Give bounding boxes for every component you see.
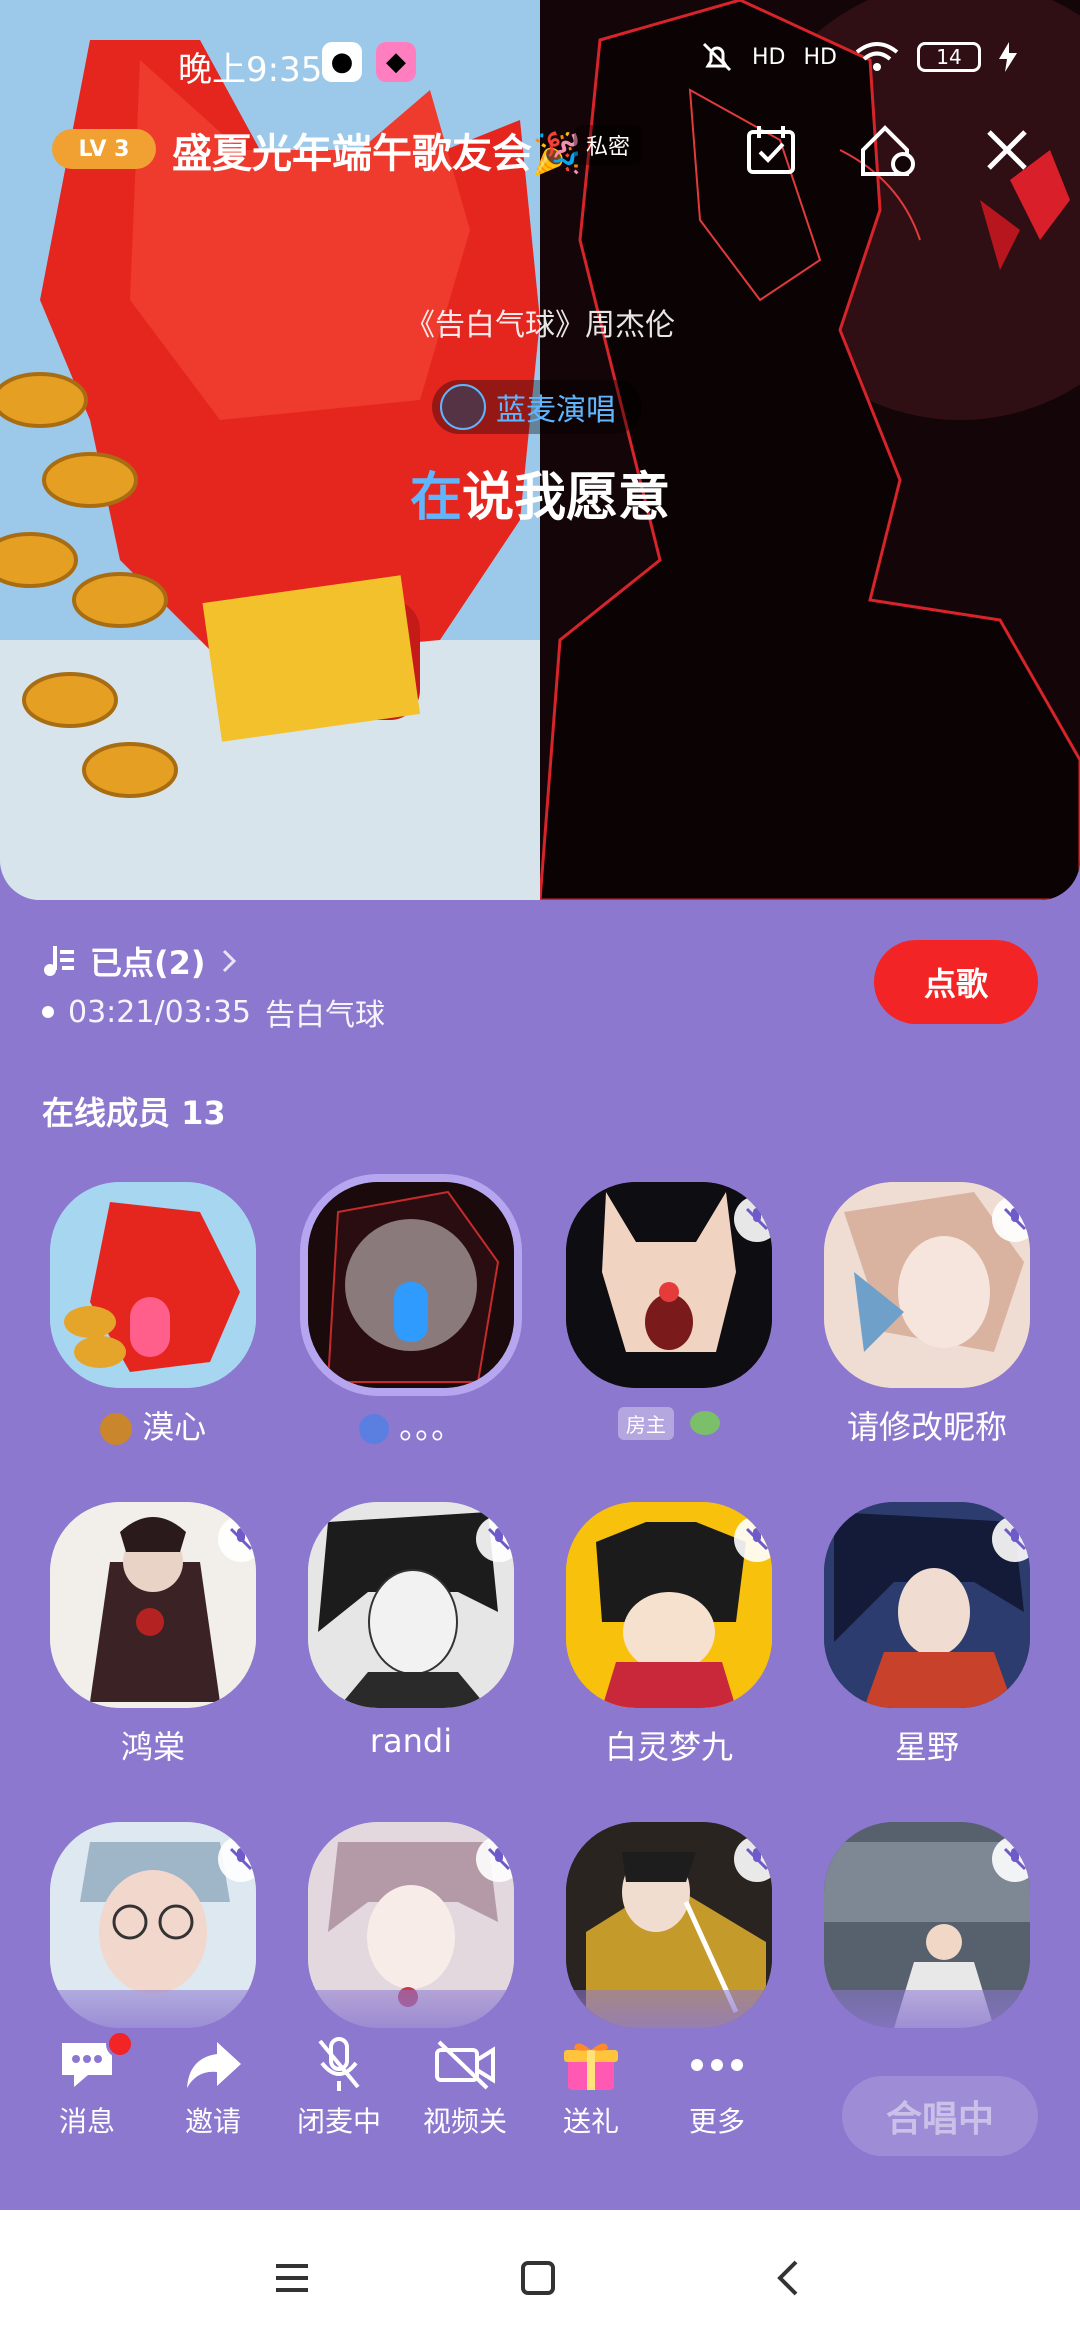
- battery-icon: 14: [916, 42, 981, 72]
- member-name: 星野: [894, 1728, 959, 1766]
- chorus-button[interactable]: 合唱中: [842, 2076, 1038, 2156]
- member-name: 鸿棠: [120, 1728, 185, 1766]
- wifi-icon: [855, 42, 899, 71]
- status-bar: 晚上9:35 ● ◆ HD HD 14: [0, 30, 1080, 100]
- avatar: [50, 1182, 256, 1388]
- avatar: [824, 1502, 1030, 1708]
- invite-label: 邀请: [184, 2105, 241, 2138]
- member-name: randi: [369, 1722, 453, 1760]
- lyric-sung-part: 在: [409, 468, 462, 528]
- mic-off-icon: [734, 1196, 772, 1242]
- progress-dot: [42, 1006, 54, 1018]
- member-name: 房主: [536, 1402, 802, 1440]
- member-name: 漠心: [20, 1402, 286, 1448]
- mic-off-icon: [218, 1836, 256, 1882]
- member-name: 请修改昵称: [846, 1408, 1007, 1446]
- singer-label: 蓝麦演唱: [496, 393, 616, 428]
- more-button[interactable]: 更多: [662, 2030, 772, 2160]
- progress-time: 03:21/03:35: [68, 994, 252, 1030]
- mic-label: 闭麦中: [296, 2105, 381, 2138]
- host-tag: 房主: [617, 1406, 674, 1440]
- status-time: 晚上9:35: [178, 50, 323, 90]
- video-label: 视频关: [422, 2105, 507, 2138]
- gift-icon: [564, 2043, 618, 2090]
- room-settings-button[interactable]: [852, 115, 922, 185]
- lyric-line: 在说我愿意: [0, 455, 1080, 530]
- mic-off-icon: [992, 1836, 1030, 1882]
- song-queue-link[interactable]: 已点(2): [42, 938, 238, 984]
- home-button[interactable]: [508, 2248, 568, 2308]
- mic-off-icon: [318, 2037, 360, 2091]
- avatar: [566, 1182, 772, 1388]
- mic-off-icon: [734, 1836, 772, 1882]
- messages-button[interactable]: 消息: [32, 2030, 142, 2160]
- share-arrow-icon: [187, 2042, 241, 2088]
- gift-label: 送礼: [562, 2105, 619, 2138]
- queue-label: 已点(2): [90, 944, 206, 982]
- medal-icon: [99, 1413, 132, 1445]
- leaf-icon: [690, 1411, 721, 1435]
- room-header: LV 3 盛夏光年端午歌友会🎉 私密: [0, 115, 1080, 205]
- mic-toggle-button[interactable]: 闭麦中: [284, 2030, 394, 2160]
- charging-icon: [998, 42, 1017, 72]
- mic-off-icon: [992, 1196, 1030, 1242]
- avatar: [308, 1502, 514, 1708]
- mic-off-icon: [476, 1836, 514, 1882]
- more-dots-icon: [691, 2059, 743, 2071]
- home-square-icon: [521, 2261, 555, 2295]
- video-off-icon: [435, 2040, 495, 2090]
- music-list-icon: [44, 946, 74, 976]
- mic-off-icon: [734, 1516, 772, 1562]
- private-tag: 私密: [574, 125, 643, 165]
- calendar-check-button[interactable]: [736, 115, 806, 185]
- home-settings-icon: [861, 125, 915, 176]
- avatar: [824, 1182, 1030, 1388]
- member-name: 白灵梦九: [604, 1728, 733, 1766]
- unread-dot: [106, 2030, 134, 2058]
- singer-avatar: [440, 384, 486, 430]
- system-nav-bar: [0, 2210, 1080, 2340]
- level-shield-icon: [358, 1414, 389, 1444]
- online-members-title: 在线成员 13: [42, 1094, 226, 1132]
- signal-icon: HD: [752, 44, 786, 70]
- recent-apps-button[interactable]: [262, 2248, 322, 2308]
- avatar: [308, 1182, 514, 1388]
- close-icon: [987, 130, 1027, 170]
- lyric-remaining-part: 说我愿意: [462, 468, 671, 528]
- back-button[interactable]: [758, 2248, 818, 2308]
- avatar: [50, 1502, 256, 1708]
- room-title: 盛夏光年端午歌友会🎉: [172, 131, 582, 177]
- gift-button[interactable]: 送礼: [536, 2030, 646, 2160]
- invite-button[interactable]: 邀请: [158, 2030, 268, 2160]
- singer-tag[interactable]: 蓝麦演唱: [432, 380, 642, 434]
- video-area: 晚上9:35 ● ◆ HD HD 14 LV 3 盛夏光年端午歌友会🎉 私密 《…: [0, 0, 1080, 900]
- mic-off-icon: [992, 1516, 1030, 1562]
- playback-progress: 03:21/03:35 告白气球: [42, 990, 385, 1034]
- current-song-info: 《告白气球》周杰伦: [405, 308, 675, 343]
- mic-off-icon: [218, 1516, 256, 1562]
- messages-label: 消息: [58, 2105, 115, 2138]
- mic-off-icon: [476, 1516, 514, 1562]
- member-name: 。。。: [278, 1402, 544, 1448]
- menu-icon: [276, 2264, 308, 2292]
- video-toggle-button[interactable]: 视频关: [410, 2030, 520, 2160]
- game-icon: ◆: [376, 42, 416, 82]
- avatar: [566, 1502, 772, 1708]
- level-badge: LV 3: [52, 129, 156, 169]
- signal-icon-2: HD: [803, 44, 837, 70]
- calendar-check-icon: [747, 126, 795, 174]
- close-room-button[interactable]: [972, 115, 1042, 185]
- more-label: 更多: [688, 2105, 745, 2138]
- back-chevron-icon: [777, 2260, 798, 2296]
- mute-bell-icon: [702, 42, 732, 72]
- progress-song: 告白气球: [265, 998, 386, 1033]
- order-song-button[interactable]: 点歌: [874, 940, 1038, 1024]
- chevron-right-icon: [222, 949, 236, 973]
- status-app-icons: ● ◆: [322, 42, 416, 82]
- status-indicators: HD HD 14: [700, 40, 1017, 74]
- qq-icon: ●: [322, 42, 362, 82]
